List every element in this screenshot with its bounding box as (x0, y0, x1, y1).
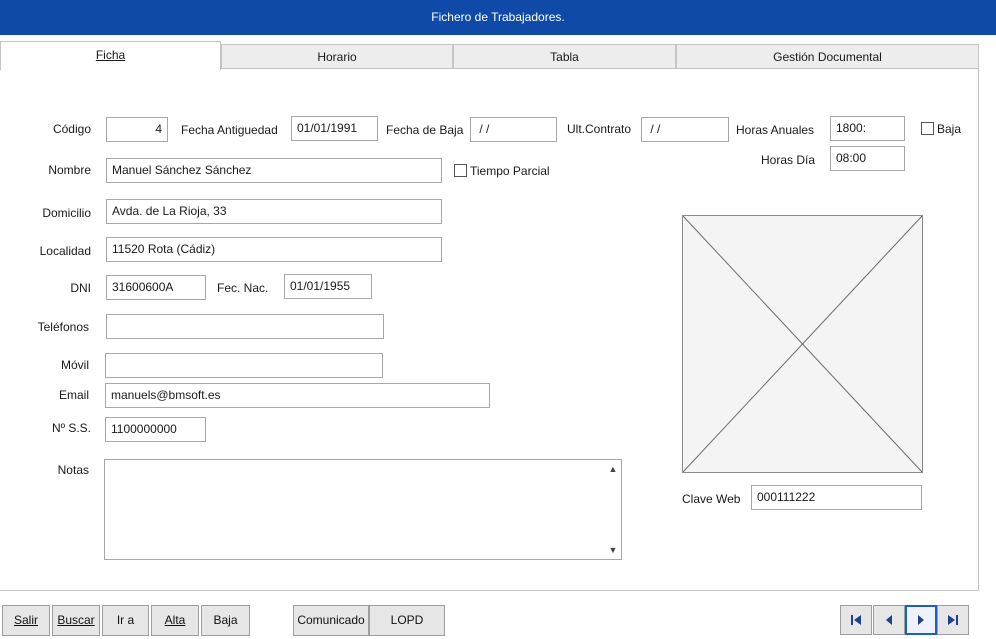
tab-horario[interactable]: Horario (221, 44, 453, 69)
buscar-button[interactable]: Buscar (52, 605, 100, 636)
last-record-icon (948, 615, 958, 625)
codigo-label: Código (52, 122, 91, 136)
email-label: Email (58, 388, 89, 402)
nombre-field[interactable]: Manuel Sánchez Sánchez (106, 158, 442, 183)
first-record-icon (851, 615, 861, 625)
empty-image-icon (682, 215, 923, 473)
tab-ficha-label: Ficha (95, 48, 126, 62)
alta-button[interactable]: Alta (151, 605, 199, 636)
telefonos-label: Teléfonos (37, 320, 89, 334)
tab-tabla[interactable]: Tabla (453, 44, 676, 69)
lopd-button[interactable]: LOPD (369, 605, 445, 636)
movil-label: Móvil (60, 358, 89, 372)
localidad-field[interactable]: 11520 Rota (Cádiz) (106, 237, 442, 262)
nombre-label: Nombre (48, 163, 91, 177)
dni-label: DNI (70, 281, 91, 295)
movil-field[interactable] (105, 353, 383, 378)
baja-button-label: Baja (213, 613, 238, 627)
tab-gestion-documental[interactable]: Gestión Documental (676, 44, 979, 69)
domicilio-field[interactable]: Avda. de La Rioja, 33 (106, 199, 442, 224)
codigo-field[interactable]: 4 (106, 117, 168, 142)
previous-record-icon (886, 615, 892, 625)
alta-button-label: Alta (164, 613, 186, 627)
tiempo-parcial-label: Tiempo Parcial (470, 164, 550, 178)
comunicado-button[interactable]: Comunicado (293, 605, 369, 636)
next-record-button[interactable] (905, 605, 937, 635)
horas-anuales-field[interactable]: 1800: (830, 116, 905, 141)
notas-scrollbar[interactable]: ▲ ▼ (605, 460, 621, 559)
baja-checkbox-label: Baja (937, 122, 962, 136)
fecha-baja-label: Fecha de Baja (386, 123, 464, 137)
fecha-antiguedad-field[interactable]: 01/01/1991 (291, 116, 378, 141)
previous-record-button[interactable] (873, 605, 905, 635)
baja-button[interactable]: Baja (201, 605, 250, 636)
ult-contrato-field[interactable]: / / (641, 117, 729, 142)
fec-nac-label: Fec. Nac. (217, 281, 269, 295)
telefonos-field[interactable] (106, 314, 384, 339)
buscar-button-label: Buscar (57, 613, 95, 627)
email-field[interactable]: manuels@bmsoft.es (105, 383, 490, 408)
clave-web-label: Clave Web (682, 492, 741, 506)
window-title: Fichero de Trabajadores. (0, 0, 996, 35)
fecha-antiguedad-label: Fecha Antiguedad (181, 123, 278, 137)
localidad-label: Localidad (39, 244, 91, 258)
domicilio-label: Domicilio (42, 206, 91, 220)
salir-button-label: Salir (13, 613, 38, 627)
notas-textarea[interactable]: ▲ ▼ (104, 459, 622, 560)
horas-dia-label: Horas Día (761, 153, 816, 167)
next-record-icon (918, 615, 924, 625)
ir-a-button-label: Ir a (116, 613, 135, 627)
tab-ficha[interactable]: Ficha (0, 41, 221, 70)
scroll-up-icon[interactable]: ▲ (607, 463, 619, 475)
salir-button[interactable]: Salir (2, 605, 50, 636)
fecha-baja-field[interactable]: / / (470, 117, 557, 142)
photo-placeholder[interactable] (682, 215, 923, 473)
fec-nac-field[interactable]: 01/01/1955 (284, 274, 372, 299)
clave-web-field[interactable]: 000111222 (751, 485, 922, 510)
scroll-down-icon[interactable]: ▼ (607, 544, 619, 556)
baja-checkbox[interactable] (921, 122, 934, 135)
dni-field[interactable]: 31600600A (106, 275, 206, 300)
tiempo-parcial-checkbox[interactable] (454, 164, 467, 177)
first-record-button[interactable] (840, 605, 872, 635)
horas-anuales-label: Horas Anuales (736, 123, 815, 137)
ult-contrato-label: Ult.Contrato (567, 122, 632, 136)
nss-label: Nº S.S. (51, 421, 91, 435)
nss-field[interactable]: 1100000000 (105, 417, 206, 442)
horas-dia-field[interactable]: 08:00 (830, 146, 905, 171)
notas-label: Notas (57, 463, 89, 477)
last-record-button[interactable] (937, 605, 969, 635)
ir-a-button[interactable]: Ir a (102, 605, 149, 636)
